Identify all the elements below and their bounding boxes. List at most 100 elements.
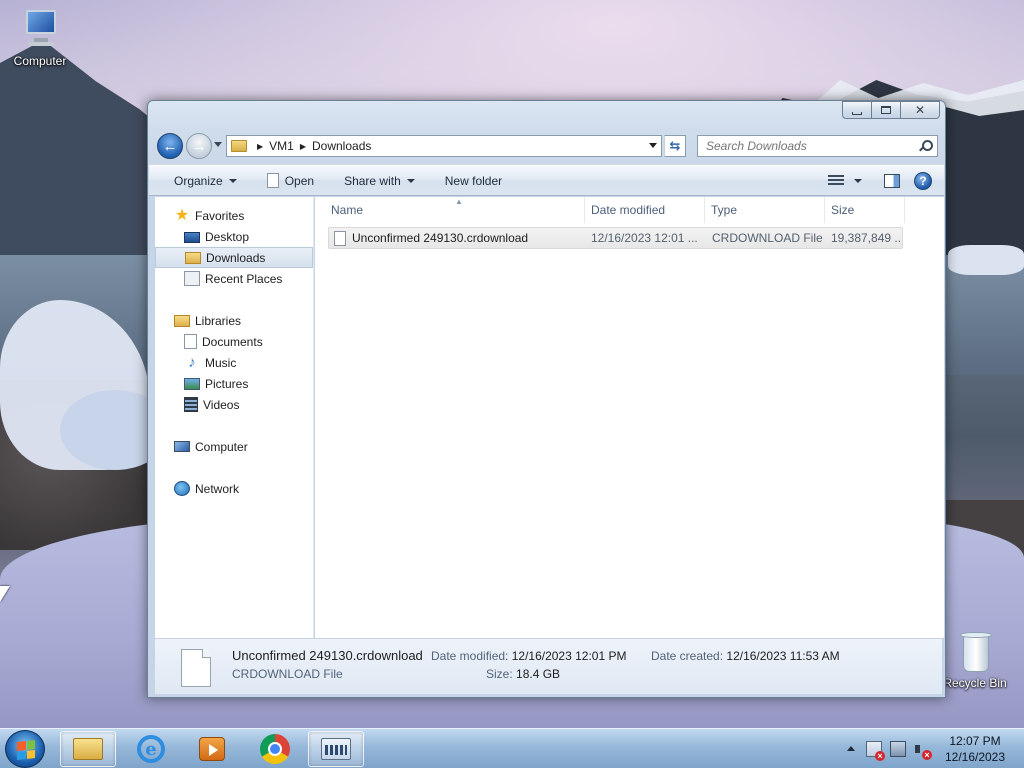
videos-icon bbox=[184, 397, 198, 412]
column-header-label: Name bbox=[331, 203, 364, 217]
nav-item-documents[interactable]: Documents bbox=[155, 331, 313, 352]
nav-item-videos[interactable]: Videos bbox=[155, 394, 313, 415]
star-icon: ★ bbox=[174, 207, 190, 224]
details-date-created-label: Date created: bbox=[651, 649, 724, 663]
nav-item-pictures[interactable]: Pictures bbox=[155, 373, 313, 394]
details-pane: Unconfirmed 249130.crdownload CRDOWNLOAD… bbox=[155, 638, 942, 694]
nav-item-music[interactable]: ♪ Music bbox=[155, 352, 313, 373]
close-icon: ✕ bbox=[914, 103, 926, 117]
help-icon[interactable]: ? bbox=[914, 171, 932, 190]
column-header-size[interactable]: Size bbox=[825, 197, 905, 223]
column-header-label: Type bbox=[711, 203, 738, 217]
nav-item-favorites[interactable]: ★ Favorites bbox=[155, 205, 313, 226]
file-type: CRDOWNLOAD File bbox=[712, 231, 823, 245]
back-button[interactable]: ← bbox=[157, 133, 183, 159]
taskbar-windows-explorer[interactable] bbox=[60, 731, 116, 767]
windows-explorer-icon bbox=[73, 738, 103, 760]
close-button[interactable]: ✕ bbox=[900, 101, 940, 119]
file-icon bbox=[266, 173, 279, 188]
details-date-modified: Date modified: 12/16/2023 12:01 PM bbox=[431, 649, 626, 663]
organize-button[interactable]: Organize bbox=[149, 169, 247, 193]
start-button[interactable] bbox=[5, 730, 45, 768]
taskbar-chrome[interactable] bbox=[247, 731, 303, 767]
breadcrumb-chevron-icon[interactable]: ▶ bbox=[300, 142, 306, 151]
nav-item-recent-places[interactable]: Recent Places bbox=[155, 268, 313, 289]
address-bar[interactable]: ▶ VM1 ▶ Downloads bbox=[226, 135, 662, 157]
clock[interactable]: 12:07 PM 12/16/2023 bbox=[940, 733, 1010, 765]
taskbar-media-player[interactable] bbox=[184, 731, 240, 767]
new-folder-button[interactable]: New folder bbox=[425, 169, 512, 193]
clock-time: 12:07 PM bbox=[949, 734, 1001, 748]
open-label: Open bbox=[284, 173, 315, 188]
preview-pane-icon[interactable] bbox=[884, 173, 900, 188]
refresh-button[interactable]: ⇆ bbox=[664, 135, 686, 157]
navigation-pane: ★ Favorites Desktop Downloads Recent Pla… bbox=[155, 197, 314, 638]
minimize-icon bbox=[852, 111, 862, 115]
network-status-icon[interactable] bbox=[890, 741, 906, 757]
file-list: Name ▲ Date modified Type Size Unconfirm… bbox=[315, 197, 944, 638]
minimize-button[interactable] bbox=[842, 101, 872, 119]
nav-item-desktop[interactable]: Desktop bbox=[155, 226, 313, 247]
search-input[interactable] bbox=[698, 137, 919, 155]
column-header-type[interactable]: Type bbox=[705, 197, 825, 223]
desktop-icon-label: Computer bbox=[13, 54, 67, 68]
taskbar: e 12:07 PM 12/16/2023 bbox=[0, 728, 1024, 768]
file-row[interactable]: Unconfirmed 249130.crdownload 12/16/2023… bbox=[328, 227, 903, 249]
restore-button[interactable] bbox=[871, 101, 901, 119]
view-options-dropdown-icon[interactable] bbox=[854, 178, 862, 183]
column-header-label: Size bbox=[831, 203, 855, 217]
details-date-created-value: 12/16/2023 11:53 AM bbox=[726, 649, 840, 663]
forward-button[interactable]: → bbox=[186, 133, 212, 159]
details-file-type: CRDOWNLOAD File bbox=[232, 667, 343, 681]
downloads-folder-icon bbox=[185, 251, 201, 264]
details-size: Size: 18.4 GB bbox=[486, 667, 560, 681]
details-size-value: 18.4 GB bbox=[516, 667, 561, 681]
details-date-modified-label: Date modified: bbox=[431, 649, 509, 663]
nav-item-libraries[interactable]: Libraries bbox=[155, 310, 313, 331]
desktop-icon-computer[interactable]: Computer bbox=[2, 8, 78, 68]
nav-item-computer[interactable]: Computer bbox=[155, 436, 313, 457]
chevron-down-icon bbox=[228, 178, 237, 183]
clock-date: 12/16/2023 bbox=[944, 750, 1006, 764]
show-hidden-icons-button[interactable] bbox=[847, 746, 855, 751]
action-center-icon[interactable] bbox=[866, 741, 885, 761]
mouse-cursor-icon bbox=[0, 586, 10, 602]
internet-explorer-icon: e bbox=[137, 735, 165, 763]
breadcrumb-chevron-icon[interactable]: ▶ bbox=[257, 142, 263, 151]
taskbar-on-screen-keyboard[interactable] bbox=[308, 731, 364, 767]
share-with-button[interactable]: Share with bbox=[324, 169, 425, 193]
computer-icon bbox=[174, 441, 190, 452]
file-date-modified: 12/16/2023 12:01 ... bbox=[591, 231, 698, 245]
navigation-row: ← → ▶ VM1 ▶ Downloads ⇆ bbox=[156, 131, 938, 161]
search-icon[interactable] bbox=[919, 140, 933, 152]
forward-arrow-icon: → bbox=[191, 137, 207, 155]
nav-item-label: Network bbox=[195, 481, 240, 496]
change-view-icon[interactable] bbox=[828, 174, 844, 187]
breadcrumb-downloads[interactable]: Downloads bbox=[312, 139, 371, 153]
nav-item-label: Music bbox=[205, 355, 237, 370]
breadcrumb-vm1[interactable]: VM1 bbox=[269, 139, 294, 153]
chevron-down-icon bbox=[406, 178, 415, 183]
nav-item-downloads[interactable]: Downloads bbox=[155, 247, 313, 268]
open-button[interactable]: Open bbox=[247, 169, 324, 193]
column-header-name[interactable]: Name ▲ bbox=[325, 197, 585, 223]
column-header-date-modified[interactable]: Date modified bbox=[585, 197, 705, 223]
desktop-icon-recycle-bin[interactable]: Recycle Bin bbox=[937, 630, 1013, 690]
search-box[interactable] bbox=[697, 135, 938, 157]
nav-item-label: Pictures bbox=[205, 376, 249, 391]
libraries-icon bbox=[174, 314, 190, 327]
volume-muted-icon[interactable] bbox=[914, 741, 932, 760]
nav-item-label: Recent Places bbox=[205, 271, 283, 286]
details-file-name: Unconfirmed 249130.crdownload bbox=[232, 648, 423, 663]
taskbar-internet-explorer[interactable]: e bbox=[123, 731, 179, 767]
nav-item-label: Desktop bbox=[205, 229, 250, 244]
file-icon bbox=[181, 649, 211, 687]
nav-item-network[interactable]: Network bbox=[155, 478, 313, 499]
address-history-dropdown-icon[interactable] bbox=[649, 143, 657, 148]
file-icon bbox=[334, 230, 346, 246]
file-size: 19,387,849 ... bbox=[831, 231, 901, 245]
share-with-label: Share with bbox=[344, 173, 401, 188]
recent-pages-dropdown[interactable] bbox=[214, 142, 222, 147]
network-icon bbox=[174, 481, 190, 496]
nav-item-label: Computer bbox=[195, 439, 248, 454]
